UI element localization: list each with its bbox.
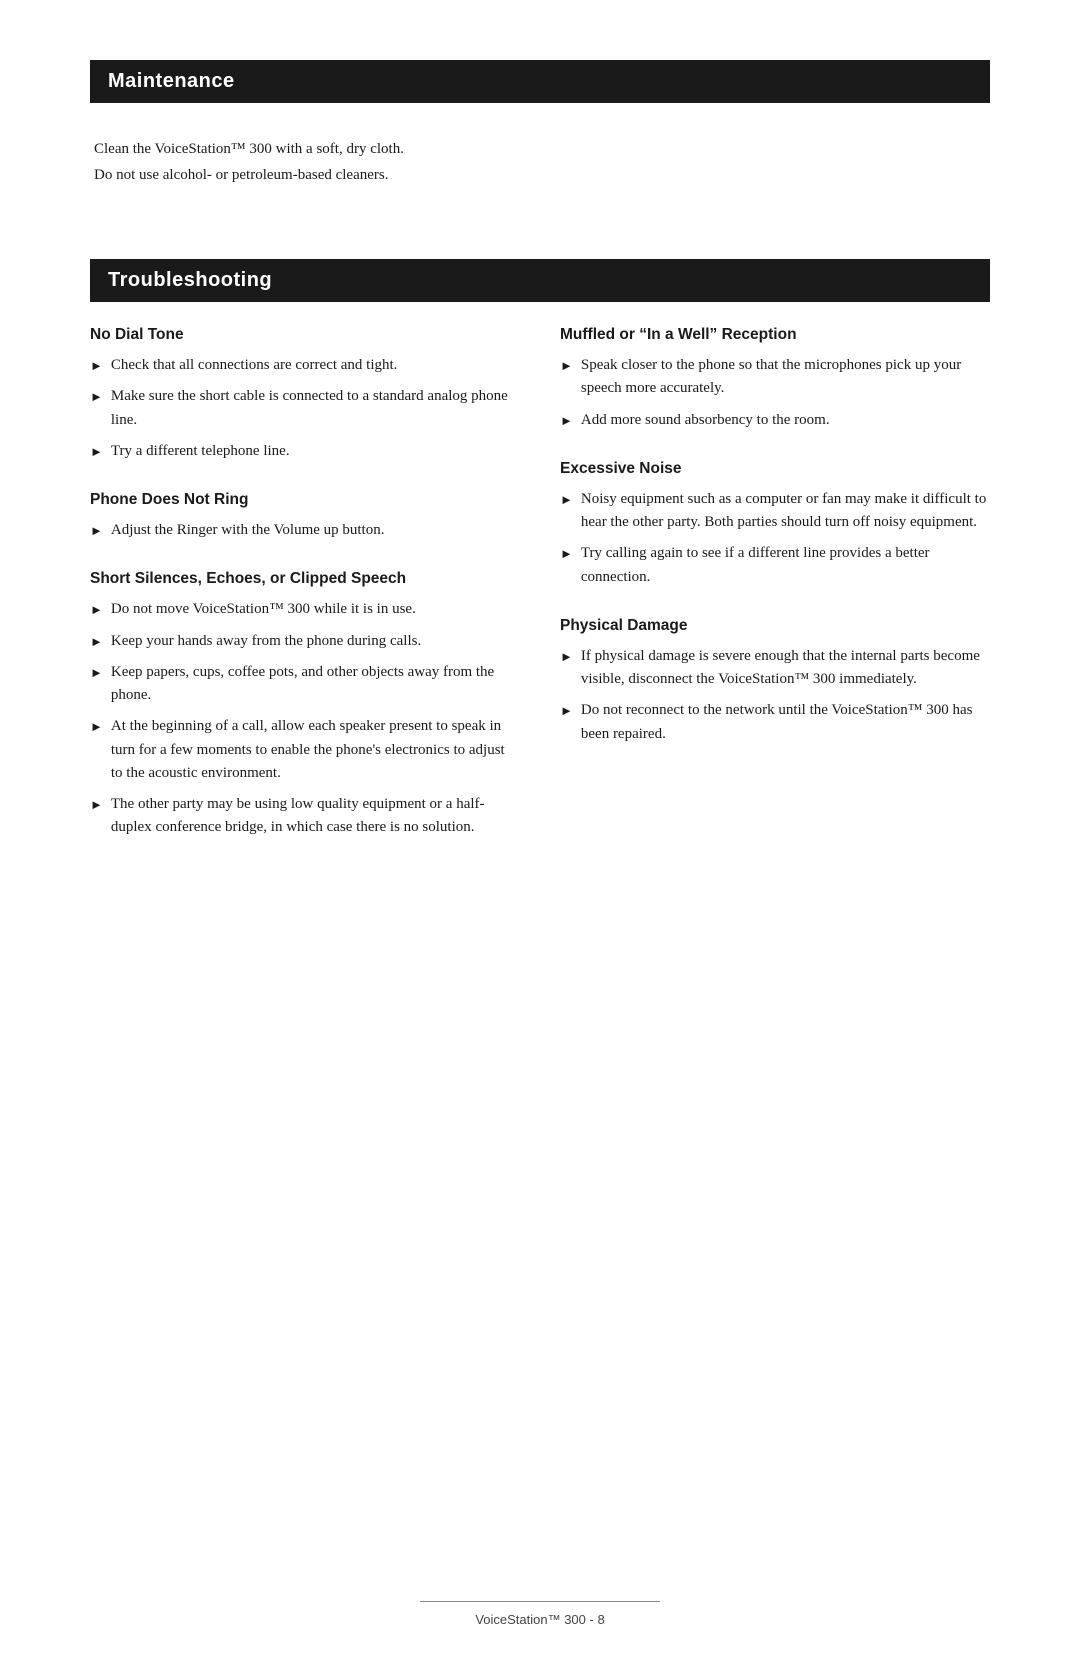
bullet-arrow-icon: ► bbox=[560, 411, 573, 431]
bullet-text: If physical damage is severe enough that… bbox=[581, 645, 990, 692]
subsection-no-dial-tone: No Dial Tone ► Check that all connection… bbox=[90, 326, 520, 463]
muffled-list: ► Speak closer to the phone so that the … bbox=[560, 354, 990, 432]
bullet-arrow-icon: ► bbox=[560, 701, 573, 721]
bullet-arrow-icon: ► bbox=[560, 356, 573, 376]
bullet-arrow-icon: ► bbox=[90, 795, 103, 815]
phone-does-not-ring-list: ► Adjust the Ringer with the Volume up b… bbox=[90, 519, 520, 542]
troubleshooting-section: Troubleshooting No Dial Tone ► Check tha… bbox=[90, 259, 990, 868]
bullet-text: Add more sound absorbency to the room. bbox=[581, 409, 990, 432]
bullet-text: Do not move VoiceStation™ 300 while it i… bbox=[111, 598, 520, 621]
phone-does-not-ring-title: Phone Does Not Ring bbox=[90, 491, 520, 509]
footer-page-label: VoiceStation™ 300 - 8 bbox=[475, 1612, 604, 1627]
list-item: ► Speak closer to the phone so that the … bbox=[560, 354, 990, 401]
short-silences-list: ► Do not move VoiceStation™ 300 while it… bbox=[90, 598, 520, 839]
bullet-text: Keep papers, cups, coffee pots, and othe… bbox=[111, 661, 520, 708]
right-column: Muffled or “In a Well” Reception ► Speak… bbox=[560, 326, 990, 774]
maintenance-line-2: Do not use alcohol- or petroleum-based c… bbox=[94, 163, 986, 187]
list-item: ► Keep papers, cups, coffee pots, and ot… bbox=[90, 661, 520, 708]
maintenance-text: Clean the VoiceStation™ 300 with a soft,… bbox=[90, 127, 990, 199]
subsection-physical-damage: Physical Damage ► If physical damage is … bbox=[560, 617, 990, 746]
bullet-text: Adjust the Ringer with the Volume up but… bbox=[111, 519, 520, 542]
bullet-arrow-icon: ► bbox=[90, 717, 103, 737]
excessive-noise-title: Excessive Noise bbox=[560, 460, 990, 478]
muffled-title: Muffled or “In a Well” Reception bbox=[560, 326, 990, 344]
list-item: ► Make sure the short cable is connected… bbox=[90, 385, 520, 432]
bullet-arrow-icon: ► bbox=[560, 490, 573, 510]
left-column: No Dial Tone ► Check that all connection… bbox=[90, 326, 520, 868]
bullet-arrow-icon: ► bbox=[560, 647, 573, 667]
subsection-short-silences: Short Silences, Echoes, or Clipped Speec… bbox=[90, 570, 520, 839]
list-item: ► At the beginning of a call, allow each… bbox=[90, 715, 520, 785]
page: Maintenance Clean the VoiceStation™ 300 … bbox=[0, 0, 1080, 1669]
bullet-text: At the beginning of a call, allow each s… bbox=[111, 715, 520, 785]
list-item: ► Try a different telephone line. bbox=[90, 440, 520, 463]
list-item: ► Try calling again to see if a differen… bbox=[560, 542, 990, 589]
bullet-arrow-icon: ► bbox=[560, 544, 573, 564]
list-item: ► Adjust the Ringer with the Volume up b… bbox=[90, 519, 520, 542]
bullet-text: Check that all connections are correct a… bbox=[111, 354, 520, 377]
physical-damage-title: Physical Damage bbox=[560, 617, 990, 635]
bullet-text: The other party may be using low quality… bbox=[111, 793, 520, 840]
bullet-arrow-icon: ► bbox=[90, 632, 103, 652]
list-item: ► If physical damage is severe enough th… bbox=[560, 645, 990, 692]
physical-damage-list: ► If physical damage is severe enough th… bbox=[560, 645, 990, 746]
bullet-text: Try calling again to see if a different … bbox=[581, 542, 990, 589]
list-item: ► Do not reconnect to the network until … bbox=[560, 699, 990, 746]
bullet-text: Noisy equipment such as a computer or fa… bbox=[581, 488, 990, 535]
bullet-text: Make sure the short cable is connected t… bbox=[111, 385, 520, 432]
footer-divider bbox=[420, 1601, 660, 1602]
subsection-phone-does-not-ring: Phone Does Not Ring ► Adjust the Ringer … bbox=[90, 491, 520, 542]
subsection-excessive-noise: Excessive Noise ► Noisy equipment such a… bbox=[560, 460, 990, 589]
bullet-text: Try a different telephone line. bbox=[111, 440, 520, 463]
maintenance-header: Maintenance bbox=[90, 60, 990, 103]
list-item: ► Add more sound absorbency to the room. bbox=[560, 409, 990, 432]
maintenance-line-1: Clean the VoiceStation™ 300 with a soft,… bbox=[94, 137, 986, 161]
list-item: ► Keep your hands away from the phone du… bbox=[90, 630, 520, 653]
footer: VoiceStation™ 300 - 8 bbox=[90, 1601, 990, 1629]
two-column-layout: No Dial Tone ► Check that all connection… bbox=[90, 326, 990, 868]
bullet-arrow-icon: ► bbox=[90, 521, 103, 541]
bullet-arrow-icon: ► bbox=[90, 387, 103, 407]
no-dial-tone-list: ► Check that all connections are correct… bbox=[90, 354, 520, 463]
bullet-arrow-icon: ► bbox=[90, 356, 103, 376]
list-item: ► The other party may be using low quali… bbox=[90, 793, 520, 840]
troubleshooting-header: Troubleshooting bbox=[90, 259, 990, 302]
excessive-noise-list: ► Noisy equipment such as a computer or … bbox=[560, 488, 990, 589]
bullet-arrow-icon: ► bbox=[90, 600, 103, 620]
list-item: ► Check that all connections are correct… bbox=[90, 354, 520, 377]
bullet-text: Do not reconnect to the network until th… bbox=[581, 699, 990, 746]
bullet-text: Keep your hands away from the phone duri… bbox=[111, 630, 520, 653]
short-silences-title: Short Silences, Echoes, or Clipped Speec… bbox=[90, 570, 520, 588]
subsection-muffled: Muffled or “In a Well” Reception ► Speak… bbox=[560, 326, 990, 432]
no-dial-tone-title: No Dial Tone bbox=[90, 326, 520, 344]
bullet-arrow-icon: ► bbox=[90, 663, 103, 683]
maintenance-section: Maintenance Clean the VoiceStation™ 300 … bbox=[90, 60, 990, 199]
list-item: ► Do not move VoiceStation™ 300 while it… bbox=[90, 598, 520, 621]
bullet-text: Speak closer to the phone so that the mi… bbox=[581, 354, 990, 401]
list-item: ► Noisy equipment such as a computer or … bbox=[560, 488, 990, 535]
bullet-arrow-icon: ► bbox=[90, 442, 103, 462]
